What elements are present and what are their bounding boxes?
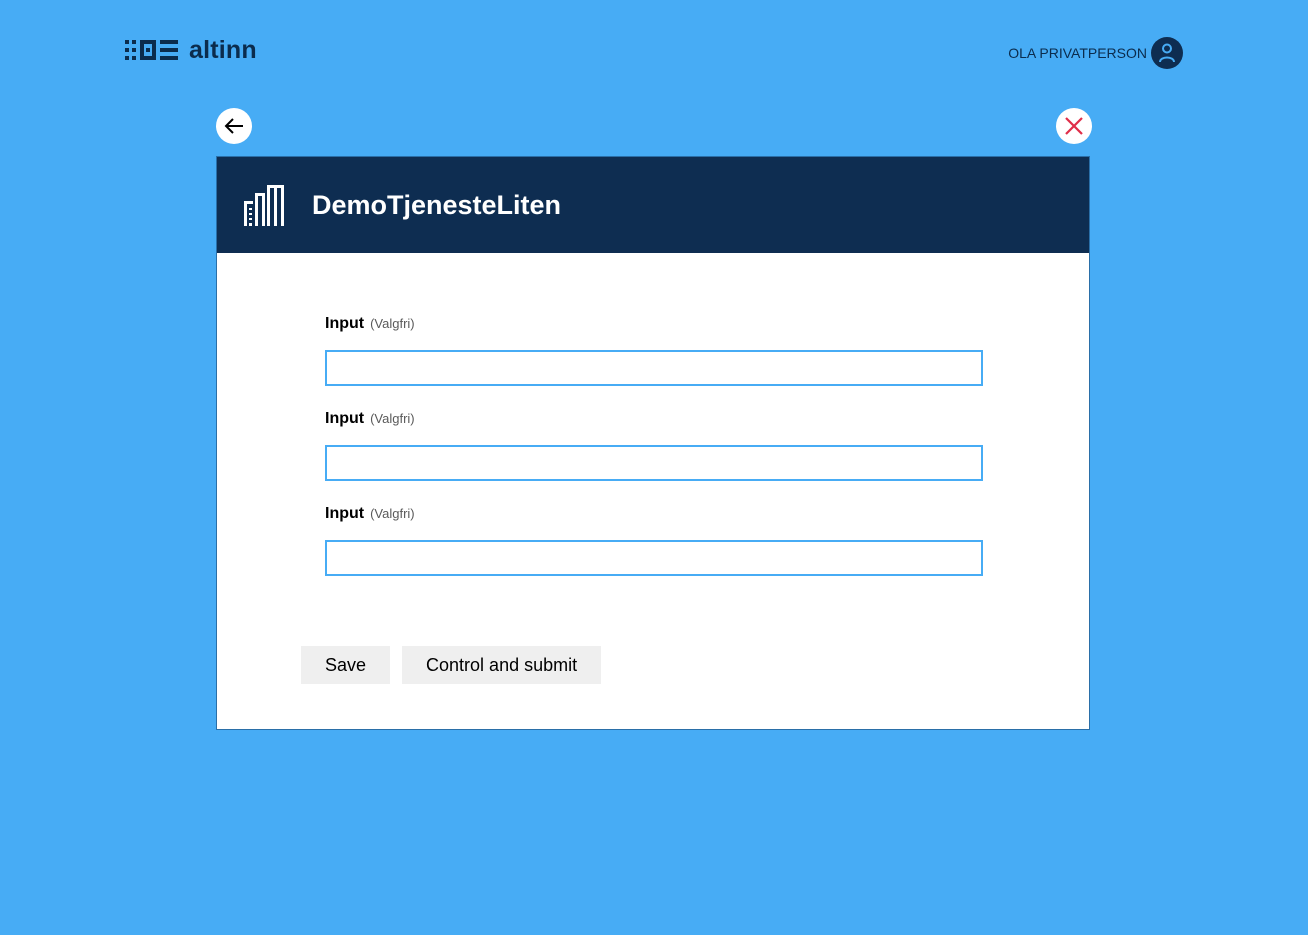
input-field-1[interactable]	[325, 350, 983, 386]
user-avatar[interactable]	[1151, 37, 1183, 69]
close-icon	[1065, 117, 1083, 135]
person-icon	[1159, 43, 1175, 63]
arrow-left-icon	[224, 118, 243, 134]
user-name: OLA PRIVATPERSON	[1008, 45, 1147, 61]
altinn-logo[interactable]: altinn	[125, 37, 257, 63]
form-actions: Save Control and submit	[301, 646, 613, 684]
field-label: Input (Valgfri)	[325, 315, 983, 335]
input-field-3[interactable]	[325, 540, 983, 576]
form-field: Input (Valgfri)	[325, 410, 983, 481]
form-card: DemoTjenesteLiten Input (Valgfri) Input …	[216, 156, 1090, 730]
save-button[interactable]: Save	[301, 646, 391, 684]
field-optional-hint: (Valgfri)	[370, 506, 415, 521]
user-profile[interactable]: OLA PRIVATPERSON	[1008, 37, 1183, 69]
form-field: Input (Valgfri)	[325, 315, 983, 386]
card-header: DemoTjenesteLiten	[217, 157, 1089, 253]
field-label-text: Input	[325, 505, 365, 522]
close-button[interactable]	[1056, 108, 1092, 144]
field-label: Input (Valgfri)	[325, 505, 983, 525]
altinn-logo-icon	[125, 40, 178, 60]
field-optional-hint: (Valgfri)	[370, 411, 415, 426]
form-field: Input (Valgfri)	[325, 505, 983, 576]
field-optional-hint: (Valgfri)	[370, 316, 415, 331]
building-icon	[244, 185, 284, 226]
field-label-text: Input	[325, 410, 365, 427]
input-form: Input (Valgfri) Input (Valgfri) Input (V…	[325, 315, 983, 600]
service-title: DemoTjenesteLiten	[312, 189, 562, 220]
input-field-2[interactable]	[325, 445, 983, 481]
back-button[interactable]	[216, 108, 252, 144]
field-label-text: Input	[325, 315, 365, 332]
control-and-submit-button[interactable]: Control and submit	[402, 646, 602, 684]
logo-text: altinn	[189, 36, 257, 64]
field-label: Input (Valgfri)	[325, 410, 983, 430]
